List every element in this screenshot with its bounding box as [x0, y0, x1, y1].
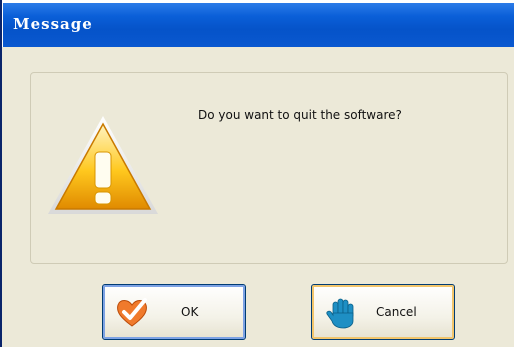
warning-icon — [48, 116, 158, 214]
ok-button[interactable]: OK — [102, 284, 246, 340]
message-dialog: Message Do you want to quit the software… — [0, 0, 514, 347]
title-bar[interactable]: Message — [2, 0, 514, 47]
message-text: Do you want to quit the software? — [198, 108, 402, 122]
stop-hand-icon — [326, 298, 354, 329]
window-title: Message — [13, 15, 93, 33]
cancel-button[interactable]: Cancel — [311, 284, 455, 340]
ok-button-label: OK — [181, 305, 199, 319]
check-heart-icon — [117, 298, 147, 327]
cancel-button-label: Cancel — [376, 305, 417, 319]
